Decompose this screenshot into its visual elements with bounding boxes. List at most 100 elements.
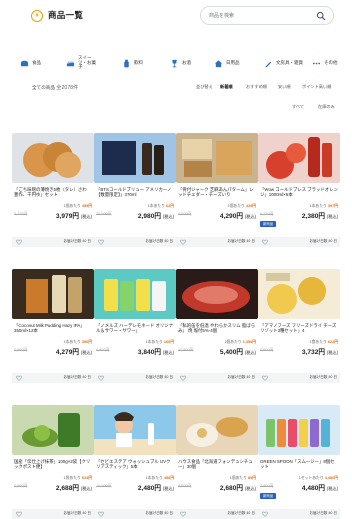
heart-icon[interactable]	[180, 375, 186, 381]
product-card[interactable]: 「アマノフーズ フリーズドライ チーズリゾット3種セット」4 1食あたり 622…	[258, 269, 340, 387]
product-name[interactable]: 「骨付ジャーク 芝麻あんパターム」レッドチェダー・チーズいり	[178, 187, 256, 202]
delivery-info: お届け日数 40 日	[309, 511, 337, 515]
heart-icon[interactable]	[98, 511, 104, 517]
product-card[interactable]: 「骨付ジャーク 芝麻あんパターム」レッドチェダー・チーズいり 1個あたり 429…	[176, 133, 258, 251]
card-footer: お届け日数 40 日	[94, 509, 176, 519]
category-label: 食品	[32, 59, 41, 65]
sort-cheapest[interactable]: 安い順	[278, 84, 291, 90]
product-image[interactable]	[94, 133, 176, 183]
product-card[interactable]: 「私的缶を低温 やわらかスリム 脂ばらみ」 焼 塩付5%‐4個 1個あたり 1,…	[176, 269, 258, 387]
unit-price: 1本あたり 356円	[63, 340, 92, 344]
reference-price: 4,800円	[14, 348, 28, 352]
sort-points[interactable]: ポイント高い順	[302, 84, 331, 90]
product-card[interactable]: 「セビエステア ウォッシュブル UVクリアスティック」5本 1本あたり 496円…	[94, 405, 176, 519]
unit-price: 1本あたり 397円	[309, 204, 338, 208]
card-footer: お届け日数 40 日	[94, 237, 176, 247]
card-footer: お届け日数 40 日	[176, 237, 258, 247]
product-image[interactable]	[258, 269, 340, 319]
reference-price: 3,776円	[14, 212, 28, 216]
reference-price: 10,800円	[178, 348, 194, 352]
heart-icon[interactable]	[180, 239, 186, 245]
unit-price: 1本あたり 496円	[145, 476, 174, 480]
product-name[interactable]: 「アマノフーズ フリーズドライ チーズリゾット3種セット」4	[260, 323, 338, 338]
product-image[interactable]	[94, 269, 176, 319]
product-name[interactable]: GREEN SPOON「スムージー」8個セット	[260, 459, 338, 474]
product-card[interactable]: 「ごち味噌の薄焼き5枚（タレ）さわ 豊作、千円ゆ」セット 1個あたり 459円 …	[12, 133, 94, 251]
reference-price: 10,000円	[96, 484, 112, 488]
product-image[interactable]	[12, 269, 94, 319]
reference-price: 20,000円	[96, 212, 112, 216]
filter-in-stock[interactable]: 在庫のみ	[318, 104, 335, 110]
product-price: 3,732円 (税込)	[301, 349, 338, 356]
delivery-info: お届け日数 40 日	[63, 511, 91, 515]
product-name[interactable]: 「ノメルズ ハーデレモネード オリジナル＆サワー・サワー」	[96, 323, 174, 338]
category-drinks[interactable]: 飲料	[122, 56, 143, 70]
bottle-icon	[124, 59, 129, 67]
product-image[interactable]	[12, 133, 94, 183]
reference-price: 4,800円	[14, 484, 28, 488]
reference-price: 7,800円	[260, 484, 274, 488]
category-nav: 食品 スイーツ・お菓子 飲料 お酒 日用品 文房具・雑貨 その他	[0, 55, 352, 70]
heart-icon[interactable]	[262, 239, 268, 245]
search-input[interactable]	[209, 11, 309, 21]
sort-newest[interactable]: 新着順	[220, 84, 233, 90]
logo-icon[interactable]: ¥	[31, 10, 43, 22]
delivery-info: お届け日数 40 日	[227, 511, 255, 515]
product-card[interactable]: 「ノメルズ ハーデレモネード オリジナル＆サワー・サワー」 1本あたり 160円…	[94, 269, 176, 387]
heart-icon[interactable]	[16, 239, 22, 245]
product-image[interactable]	[94, 405, 176, 455]
product-card[interactable]: 国産「伝仕上げ抹茶」100g×2袋【クリックポスト便】 1袋あたり 634円 4…	[12, 405, 94, 519]
product-image[interactable]	[12, 405, 94, 455]
heart-icon[interactable]	[262, 511, 268, 517]
product-card[interactable]: 「Wow コールドプレス ブラッドオレンジ」1000ml×6本 1本あたり 39…	[258, 133, 340, 251]
category-household[interactable]: 日用品	[214, 56, 240, 70]
product-name[interactable]: 「Coconut Milk Pudding Hazy IPA」350ml×12本	[14, 323, 92, 338]
reference-price: 8,800円	[178, 484, 192, 488]
filter-all[interactable]: すべて	[292, 104, 304, 110]
heart-icon[interactable]	[16, 511, 22, 517]
product-name[interactable]: ハウス食品「北海道フォンデュシチュー」30個	[178, 459, 256, 474]
product-price: 2,680円 (税込)	[219, 485, 256, 492]
search-box[interactable]	[200, 6, 334, 25]
category-food[interactable]: 食品	[20, 56, 41, 70]
product-name[interactable]: 「BTSコールドブリュー アメリカーノ【数量限定】」370ml	[96, 187, 174, 202]
delivery-info: お届け日数 40 日	[227, 375, 255, 379]
product-name[interactable]: 国産「伝仕上げ抹茶」100g×2袋【クリックポスト便】	[14, 459, 92, 474]
unit-price: 1個あたり 429円	[227, 204, 256, 208]
product-image[interactable]	[258, 133, 340, 183]
heart-icon[interactable]	[98, 375, 104, 381]
sort-recommended[interactable]: おすすめ順	[246, 84, 267, 90]
heart-icon[interactable]	[16, 375, 22, 381]
unit-price: 1セットあたり 4,480円	[298, 476, 338, 480]
category-other[interactable]: その他	[312, 56, 338, 70]
category-alcohol[interactable]: お酒	[170, 56, 191, 70]
reference-price: 4,770円	[260, 212, 274, 216]
product-card[interactable]: 「Coconut Milk Pudding Hazy IPA」350ml×12本…	[12, 269, 94, 387]
page-title: 商品一覧	[48, 10, 84, 20]
product-card[interactable]: GREEN SPOON「スムージー」8個セット 1セットあたり 4,480円 7…	[258, 405, 340, 519]
home-goods-icon	[214, 59, 223, 67]
heart-icon[interactable]	[180, 511, 186, 517]
reference-price: 5,800円	[178, 212, 192, 216]
product-image[interactable]	[176, 133, 258, 183]
unit-price: 1食あたり 622円	[309, 340, 338, 344]
delivery-info: お届け日数 40 日	[227, 239, 255, 243]
product-price: 2,380円 (税込)	[301, 213, 338, 220]
search-icon[interactable]	[316, 11, 326, 21]
product-price: 4,290円 (税込)	[219, 213, 256, 220]
product-name[interactable]: 「ごち味噌の薄焼き5枚（タレ）さわ 豊作、千円ゆ」セット	[14, 187, 92, 202]
heart-icon[interactable]	[98, 239, 104, 245]
product-image[interactable]	[258, 405, 340, 455]
card-footer: お届け日数 40 日	[258, 373, 340, 383]
category-sweets[interactable]: スイーツ・お菓子	[66, 55, 100, 70]
card-footer: お届け日数 40 日	[12, 509, 94, 519]
product-image[interactable]	[176, 269, 258, 319]
product-name[interactable]: 「Wow コールドプレス ブラッドオレンジ」1000ml×6本	[260, 187, 338, 202]
product-image[interactable]	[176, 405, 258, 455]
product-name[interactable]: 「セビエステア ウォッシュブル UVクリアスティック」5本	[96, 459, 174, 474]
category-stationery[interactable]: 文房具・雑貨	[264, 56, 303, 70]
heart-icon[interactable]	[262, 375, 268, 381]
product-card[interactable]: 「BTSコールドブリュー アメリカーノ【数量限定】」370ml 1本あたり 62…	[94, 133, 176, 251]
product-card[interactable]: ハウス食品「北海道フォンデュシチュー」30個 1個あたり 89円 8,800円 …	[176, 405, 258, 519]
product-name[interactable]: 「私的缶を低温 やわらかスリム 脂ばらみ」 焼 塩付5%‐4個	[178, 323, 256, 338]
